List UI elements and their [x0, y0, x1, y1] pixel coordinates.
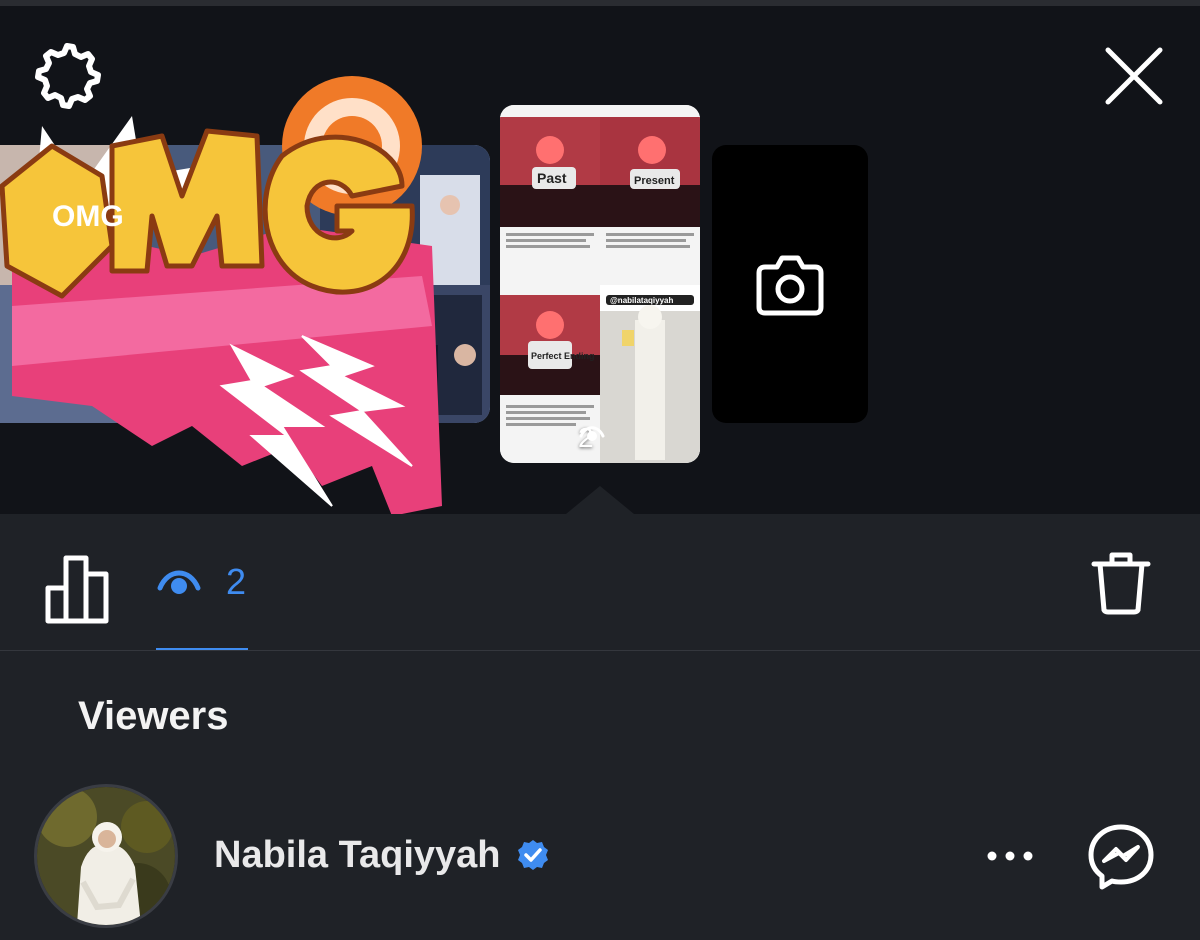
omg-sticker: OMG — [0, 76, 442, 514]
story-collage-preview: Past Present Perfect Ending @nabilataqiy… — [500, 105, 700, 463]
viewers-heading: Viewers — [78, 694, 229, 738]
eye-icon — [157, 570, 201, 594]
close-button[interactable] — [1098, 40, 1170, 112]
more-options-button[interactable] — [984, 838, 1036, 874]
settings-button[interactable] — [30, 38, 104, 112]
caption-present: Present — [634, 175, 675, 187]
verified-badge-icon — [518, 840, 548, 870]
add-story-camera-button[interactable] — [712, 145, 868, 423]
selection-pointer — [566, 486, 634, 514]
story-archive-strip: OMG Past Present Perfect Ending @nabilat… — [0, 0, 1200, 514]
close-icon — [1105, 47, 1163, 105]
avatar-photo — [37, 787, 175, 925]
tab-insights[interactable] — [44, 554, 114, 634]
viewer-list-item[interactable]: Nabila Taqiyyah — [0, 782, 1200, 932]
viewers-count: 2 — [226, 561, 247, 602]
caption-handle: @nabilataqiyyah — [610, 296, 673, 305]
trash-icon — [1091, 552, 1151, 615]
messenger-icon — [1088, 824, 1154, 890]
tab-viewers[interactable]: 2 — [156, 544, 248, 650]
story-thumbnail-selected[interactable]: Past Present Perfect Ending @nabilataqiy… — [500, 105, 700, 463]
gear-icon — [35, 43, 101, 109]
viewer-name[interactable]: Nabila Taqiyyah — [214, 834, 501, 877]
avatar[interactable] — [34, 784, 178, 928]
caption-past: Past — [537, 170, 567, 186]
delete-story-button[interactable] — [1090, 550, 1156, 630]
more-dots-icon — [987, 851, 1033, 861]
story-tabs: 2 — [0, 514, 1200, 651]
thumbnail-view-count: 2 — [578, 422, 605, 454]
camera-icon — [756, 255, 824, 316]
eye-icon — [579, 426, 605, 441]
send-message-button[interactable] — [1086, 822, 1156, 892]
caption-perfect-ending: Perfect Ending — [531, 351, 595, 361]
sticker-text: OMG — [52, 200, 124, 233]
bar-chart-icon — [45, 555, 109, 624]
